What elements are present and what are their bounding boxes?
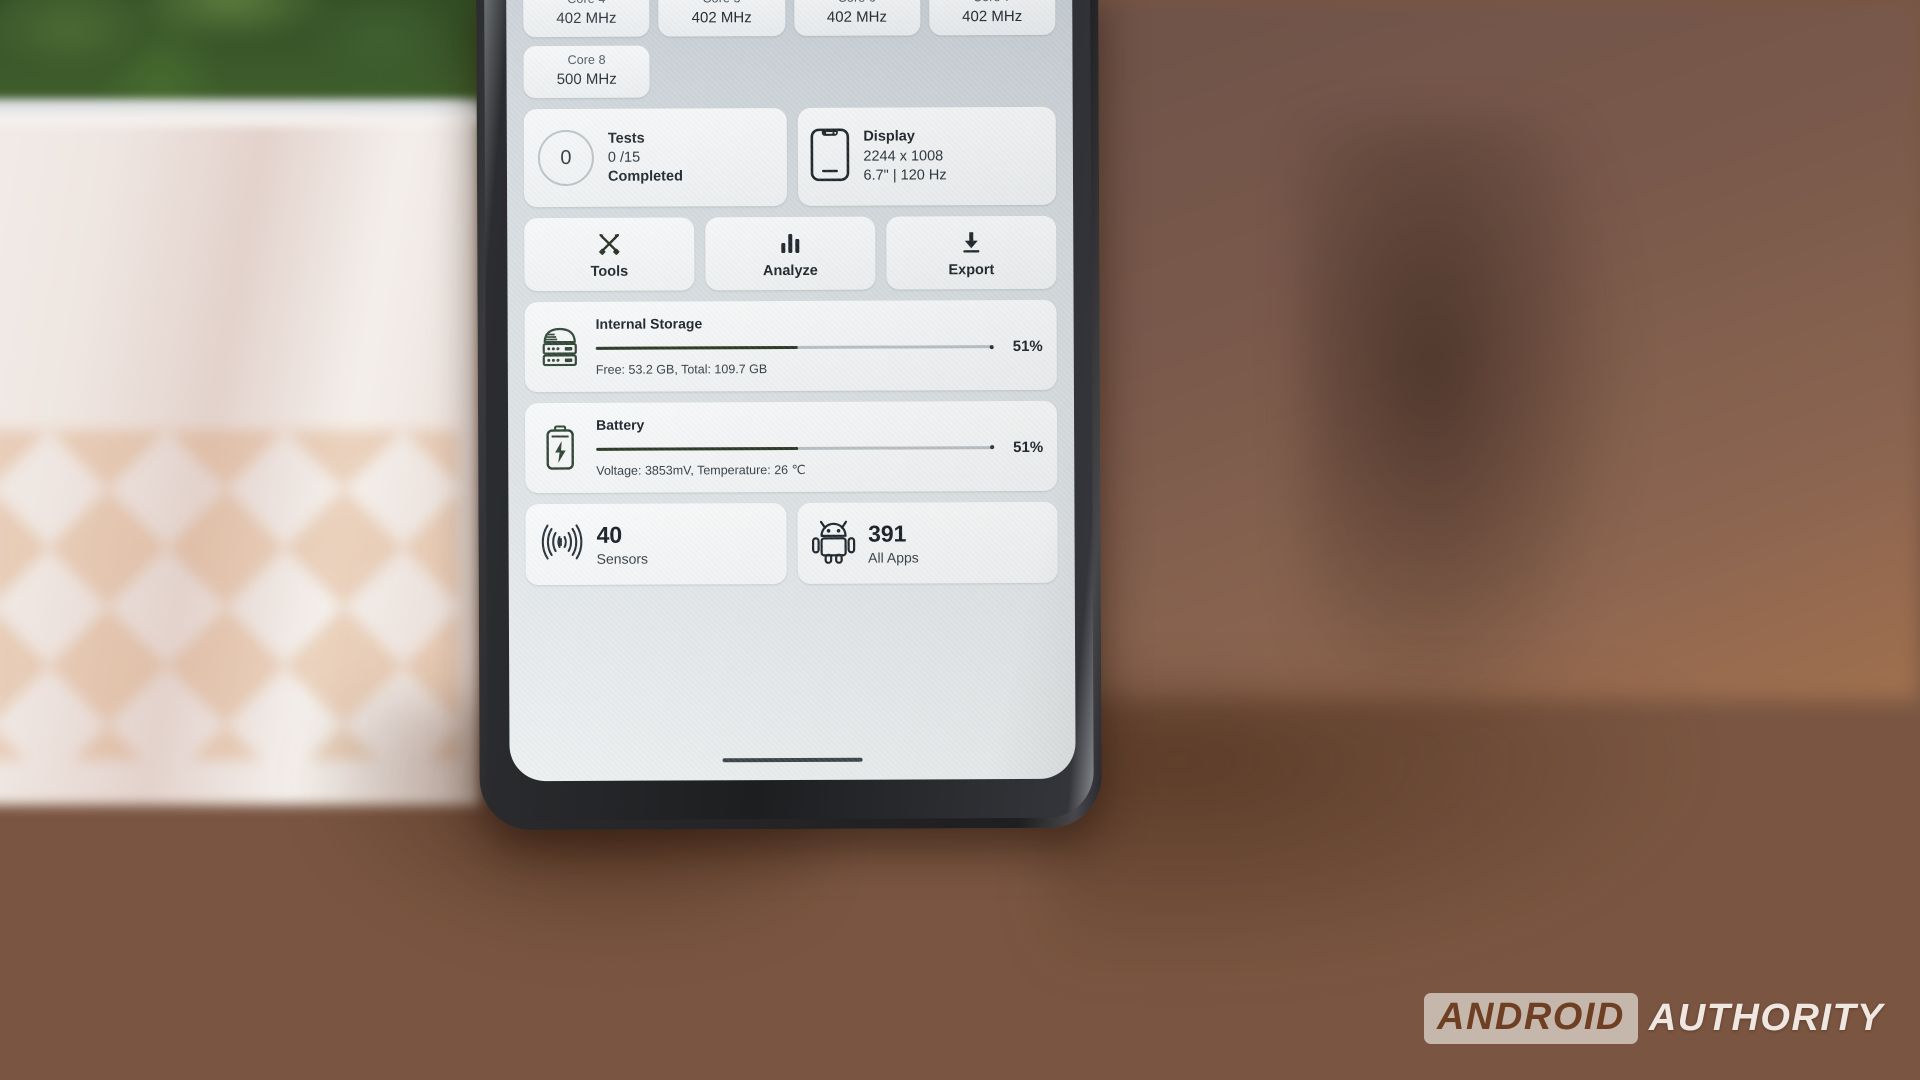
battery-card[interactable]: Battery 51% Voltage: 3853mV, Temperature… — [524, 400, 1058, 493]
core-card[interactable]: Core 4 402 MHz — [523, 0, 650, 38]
tests-ring-value: 0 — [560, 146, 572, 169]
tests-status: Completed — [607, 168, 683, 185]
tools-label: Tools — [590, 263, 629, 281]
battery-progress-fill — [596, 446, 799, 451]
core-frequency: 402 MHz — [962, 7, 1023, 25]
battery-percent: 51% — [1013, 438, 1044, 456]
storage-bar-row: 51% — [595, 337, 1043, 357]
display-text-block: Display 2244 x 1008 6.7" | 120 Hz — [863, 128, 946, 186]
app-content: Core 4 402 MHz Core 5 402 MHz Core 6 402… — [506, 0, 1075, 585]
display-card[interactable]: Display 2244 x 1008 6.7" | 120 Hz — [797, 107, 1057, 207]
battery-bar-row: 51% — [596, 439, 1043, 458]
cpu-core-grid: Core 4 402 MHz Core 5 402 MHz Core 6 402… — [523, 0, 1056, 99]
all-apps-count: 391 — [867, 520, 907, 547]
storage-progress-fill — [595, 346, 799, 350]
core-card[interactable]: Core 6 402 MHz — [793, 0, 921, 37]
analyze-button[interactable]: Analyze — [705, 216, 876, 291]
action-button-row: Tools Analyze Export — [524, 216, 1057, 292]
sensors-label: Sensors — [596, 550, 649, 567]
bar-chart-icon — [705, 230, 875, 257]
tests-text-block: Tests 0 /15 Completed — [608, 129, 683, 187]
phone-screen: Core 4 402 MHz Core 5 402 MHz Core 6 402… — [506, 0, 1076, 782]
core-label: Core 8 — [567, 52, 606, 68]
storage-percent: 51% — [1012, 337, 1043, 356]
sensors-icon — [539, 520, 583, 569]
core-label: Core 7 — [931, 0, 1053, 6]
internal-storage-card[interactable]: Internal Storage 51% Free: 53.2 GB, Tota… — [524, 300, 1057, 393]
battery-icon — [537, 425, 583, 471]
desk-shadow-right — [1050, 690, 1690, 970]
battery-bar-end-dot — [990, 445, 995, 450]
watermark-brand: ANDROID — [1424, 993, 1638, 1044]
core-label: Core 4 — [525, 0, 647, 8]
storage-progress-bar[interactable] — [595, 344, 994, 350]
sensors-card[interactable]: 40 Sensors — [525, 502, 787, 585]
battery-body: Battery 51% Voltage: 3853mV, Temperature… — [596, 415, 1043, 479]
storage-body: Internal Storage 51% Free: 53.2 GB, Tota… — [596, 314, 1043, 378]
storage-drive-icon — [537, 326, 583, 368]
storage-title: Internal Storage — [595, 315, 703, 333]
watermark: ANDROID AUTHORITY — [1424, 993, 1884, 1044]
smartphone-device: Core 4 402 MHz Core 5 402 MHz Core 6 402… — [476, 0, 1102, 831]
tests-count: 0 /15 — [607, 149, 641, 166]
export-button[interactable]: Export — [886, 216, 1057, 290]
sensors-count: 40 — [596, 521, 623, 548]
sensors-text: 40 Sensors — [596, 520, 649, 567]
export-label: Export — [948, 262, 995, 279]
tests-display-row: 0 Tests 0 /15 Completed Display 2244 x 1… — [523, 107, 1057, 208]
all-apps-text: 391 All Apps — [868, 519, 919, 566]
download-icon — [886, 229, 1056, 256]
tools-icon — [524, 231, 694, 258]
android-robot-icon — [811, 518, 855, 569]
battery-progress-bar[interactable] — [596, 445, 995, 451]
watermark-suffix: AUTHORITY — [1648, 997, 1884, 1039]
storage-bar-end-dot — [989, 344, 994, 349]
tools-button[interactable]: Tools — [524, 217, 695, 292]
background-picture-frame — [1640, 40, 1900, 660]
core-frequency: 402 MHz — [556, 9, 617, 27]
core-card[interactable]: Core 5 402 MHz — [658, 0, 785, 37]
battery-detail: Voltage: 3853mV, Temperature: 26 ℃ — [596, 462, 806, 478]
core-label: Core 6 — [796, 0, 918, 7]
all-apps-label: All Apps — [868, 549, 919, 566]
background-pot-rim — [0, 100, 480, 126]
phone-display-icon — [809, 127, 849, 186]
tests-card[interactable]: 0 Tests 0 /15 Completed — [523, 108, 787, 208]
core-frequency: 402 MHz — [826, 8, 887, 26]
tests-progress-ring: 0 — [537, 130, 595, 187]
core-label: Core 5 — [660, 0, 782, 7]
core-frequency: 402 MHz — [691, 8, 752, 27]
tests-title: Tests — [607, 130, 645, 147]
battery-title: Battery — [596, 416, 645, 433]
analyze-label: Analyze — [762, 263, 818, 280]
display-size-refresh: 6.7" | 120 Hz — [863, 167, 947, 184]
core-card[interactable]: Core 7 402 MHz — [928, 0, 1056, 36]
display-resolution: 2244 x 1008 — [863, 147, 944, 165]
storage-detail: Free: 53.2 GB, Total: 109.7 GB — [595, 362, 768, 377]
all-apps-card[interactable]: 391 All Apps — [796, 501, 1058, 584]
home-indicator[interactable] — [722, 757, 863, 763]
stats-row: 40 Sensors 391 All Apps — [525, 501, 1058, 585]
display-title: Display — [863, 128, 915, 146]
core-card[interactable]: Core 8 500 MHz — [523, 45, 650, 99]
core-frequency: 500 MHz — [556, 70, 617, 88]
